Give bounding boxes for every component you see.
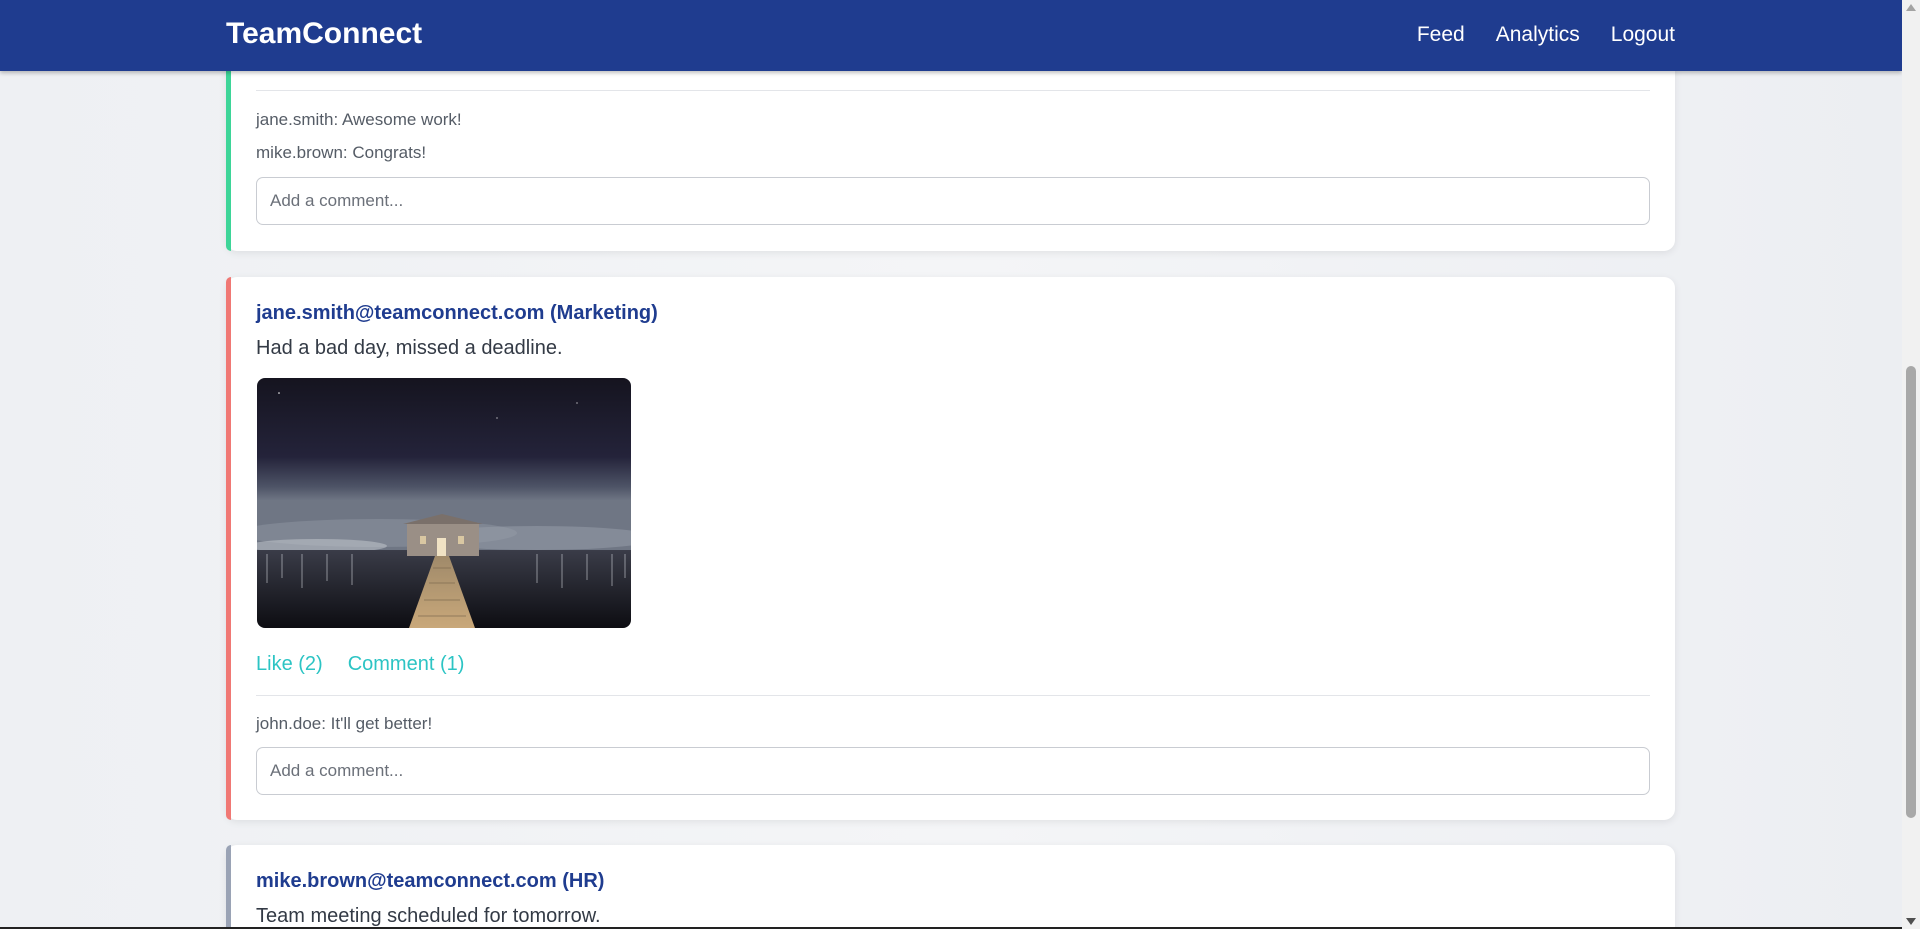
- post-content: Team meeting scheduled for tomorrow.: [256, 905, 601, 927]
- comment-item: john.doe: It'll get better!: [256, 714, 433, 733]
- scroll-down-arrow-icon[interactable]: [1906, 918, 1916, 925]
- comment-item: jane.smith: Awesome work!: [256, 110, 462, 129]
- page: TeamConnect Feed Analytics Logout jane.s…: [0, 0, 1902, 929]
- top-navbar: TeamConnect Feed Analytics Logout: [0, 0, 1902, 71]
- night-boathouse-photo: [257, 378, 631, 628]
- nav-link-feed[interactable]: Feed: [1417, 22, 1465, 48]
- post-divider: [256, 695, 1650, 696]
- nav-links: Feed Analytics Logout: [1417, 22, 1675, 48]
- post-accent-bar: [226, 277, 231, 820]
- post-card: jane.smith@teamconnect.com (Marketing) H…: [226, 277, 1675, 820]
- scrollbar-thumb[interactable]: [1906, 366, 1916, 818]
- nav-link-analytics[interactable]: Analytics: [1496, 22, 1580, 48]
- post-card: mike.brown@teamconnect.com (HR) Team mee…: [226, 845, 1675, 929]
- comment-button[interactable]: Comment (1): [348, 652, 465, 676]
- brand-logo[interactable]: TeamConnect: [226, 16, 422, 52]
- scroll-up-arrow-icon[interactable]: [1906, 4, 1916, 11]
- post-author[interactable]: jane.smith@teamconnect.com (Marketing): [256, 301, 658, 325]
- post-author[interactable]: mike.brown@teamconnect.com (HR): [256, 869, 604, 893]
- post-image[interactable]: [257, 378, 631, 628]
- like-button[interactable]: Like (2): [256, 652, 323, 676]
- post-content: Had a bad day, missed a deadline.: [256, 337, 563, 359]
- post-divider: [256, 90, 1650, 91]
- comment-input[interactable]: [256, 747, 1650, 795]
- vertical-scrollbar[interactable]: [1902, 0, 1920, 929]
- nav-link-logout[interactable]: Logout: [1611, 22, 1675, 48]
- comment-item: mike.brown: Congrats!: [256, 143, 427, 162]
- comment-input[interactable]: [256, 177, 1650, 225]
- post-actions: Like (2) Comment (1): [256, 652, 464, 676]
- post-accent-bar: [226, 845, 231, 929]
